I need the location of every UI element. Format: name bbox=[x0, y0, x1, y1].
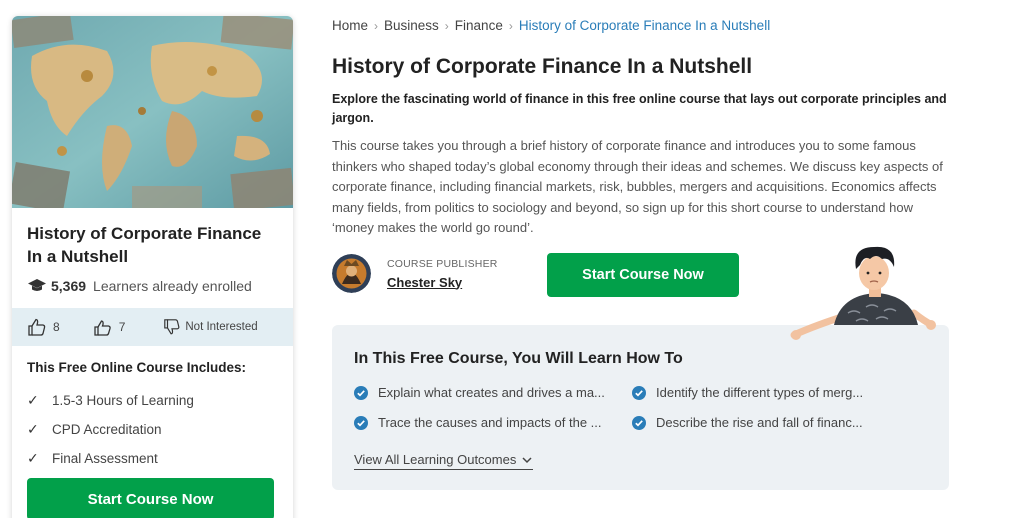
love-count: 7 bbox=[118, 320, 126, 334]
start-course-button-card[interactable]: Start Course Now bbox=[27, 478, 274, 518]
like-button[interactable]: 8 bbox=[27, 317, 60, 337]
includes-item: ✓ CPD Accreditation bbox=[27, 415, 282, 444]
breadcrumb-current: History of Corporate Finance In a Nutshe… bbox=[518, 18, 771, 33]
like-count: 8 bbox=[53, 320, 60, 334]
mascot-illustration bbox=[790, 246, 936, 340]
includes-title: This Free Online Course Includes: bbox=[27, 360, 247, 375]
chevron-right-icon: › bbox=[508, 18, 513, 33]
learning-outcome-label: Identify the different types of merg... bbox=[656, 385, 864, 400]
learning-outcomes-title: In This Free Course, You Will Learn How … bbox=[354, 350, 683, 367]
view-all-outcomes-link[interactable]: View All Learning Outcomes bbox=[354, 452, 534, 470]
breadcrumb: Home › Business › Finance › History of C… bbox=[332, 18, 770, 33]
course-description: This course takes you through a brief hi… bbox=[332, 138, 943, 236]
learning-outcome-label: Explain what creates and drives a ma... bbox=[378, 385, 605, 400]
checkmark-icon: ✓ bbox=[27, 421, 39, 437]
course-title: History of Corporate Finance In a Nutshe… bbox=[27, 224, 262, 266]
start-course-button[interactable]: Start Course Now bbox=[547, 253, 739, 297]
course-card: History of Corporate Finance In a Nutshe… bbox=[12, 16, 293, 518]
check-circle-icon bbox=[632, 385, 646, 400]
includes-item-label: Final Assessment bbox=[52, 451, 158, 466]
love-button[interactable]: 7 bbox=[93, 317, 126, 337]
includes-item: ✓ 1.5-3 Hours of Learning bbox=[27, 386, 282, 415]
chevron-down-icon bbox=[522, 456, 532, 463]
enrolled-count: 5,369 bbox=[51, 278, 87, 294]
publisher-info: COURSE PUBLISHER Chester Sky bbox=[332, 254, 498, 293]
view-all-outcomes-label: View All Learning Outcomes bbox=[354, 452, 517, 467]
enrolled-info: 5,369 Learners already enrolled bbox=[27, 278, 278, 294]
chevron-right-icon: › bbox=[374, 18, 379, 33]
thumbs-down-icon bbox=[164, 319, 180, 335]
learning-outcome-item: Describe the rise and fall of financ... bbox=[632, 415, 863, 430]
includes-item-label: 1.5-3 Hours of Learning bbox=[52, 393, 194, 408]
breadcrumb-home[interactable]: Home bbox=[332, 18, 368, 33]
breadcrumb-finance[interactable]: Finance bbox=[455, 18, 503, 33]
publisher-avatar[interactable] bbox=[332, 254, 371, 293]
heart-hand-icon bbox=[94, 320, 111, 336]
includes-item: ✓ Final Assessment bbox=[27, 444, 282, 473]
learning-outcome-label: Trace the causes and impacts of the ... bbox=[378, 415, 602, 430]
learning-outcomes-box: In This Free Course, You Will Learn How … bbox=[332, 325, 949, 490]
page-title: History of Corporate Finance In a Nutshe… bbox=[332, 55, 753, 78]
vote-bar: 8 7 Not Interested bbox=[12, 308, 293, 346]
thumbs-up-icon bbox=[28, 318, 46, 336]
includes-item-label: CPD Accreditation bbox=[52, 422, 162, 437]
publisher-name-link[interactable]: Chester Sky bbox=[387, 275, 498, 290]
not-interested-button[interactable]: Not Interested bbox=[163, 318, 258, 336]
learning-outcome-item: Explain what creates and drives a ma... bbox=[354, 385, 605, 400]
course-lead: Explore the fascinating world of finance… bbox=[332, 92, 947, 125]
check-circle-icon bbox=[354, 415, 368, 430]
enrolled-label: Learners already enrolled bbox=[93, 278, 252, 294]
learning-outcome-item: Trace the causes and impacts of the ... bbox=[354, 415, 602, 430]
graduation-cap-icon bbox=[28, 279, 46, 291]
course-image bbox=[12, 16, 293, 208]
chevron-right-icon: › bbox=[444, 18, 449, 33]
publisher-label: COURSE PUBLISHER bbox=[387, 257, 498, 270]
not-interested-label: Not Interested bbox=[185, 321, 258, 333]
breadcrumb-business[interactable]: Business bbox=[384, 18, 439, 33]
course-includes: This Free Online Course Includes: ✓ 1.5-… bbox=[27, 360, 282, 473]
check-circle-icon bbox=[354, 385, 368, 400]
checkmark-icon: ✓ bbox=[27, 450, 39, 466]
check-circle-icon bbox=[632, 415, 646, 430]
learning-outcome-label: Describe the rise and fall of financ... bbox=[656, 415, 863, 430]
learning-outcome-item: Identify the different types of merg... bbox=[632, 385, 863, 400]
checkmark-icon: ✓ bbox=[27, 392, 39, 408]
